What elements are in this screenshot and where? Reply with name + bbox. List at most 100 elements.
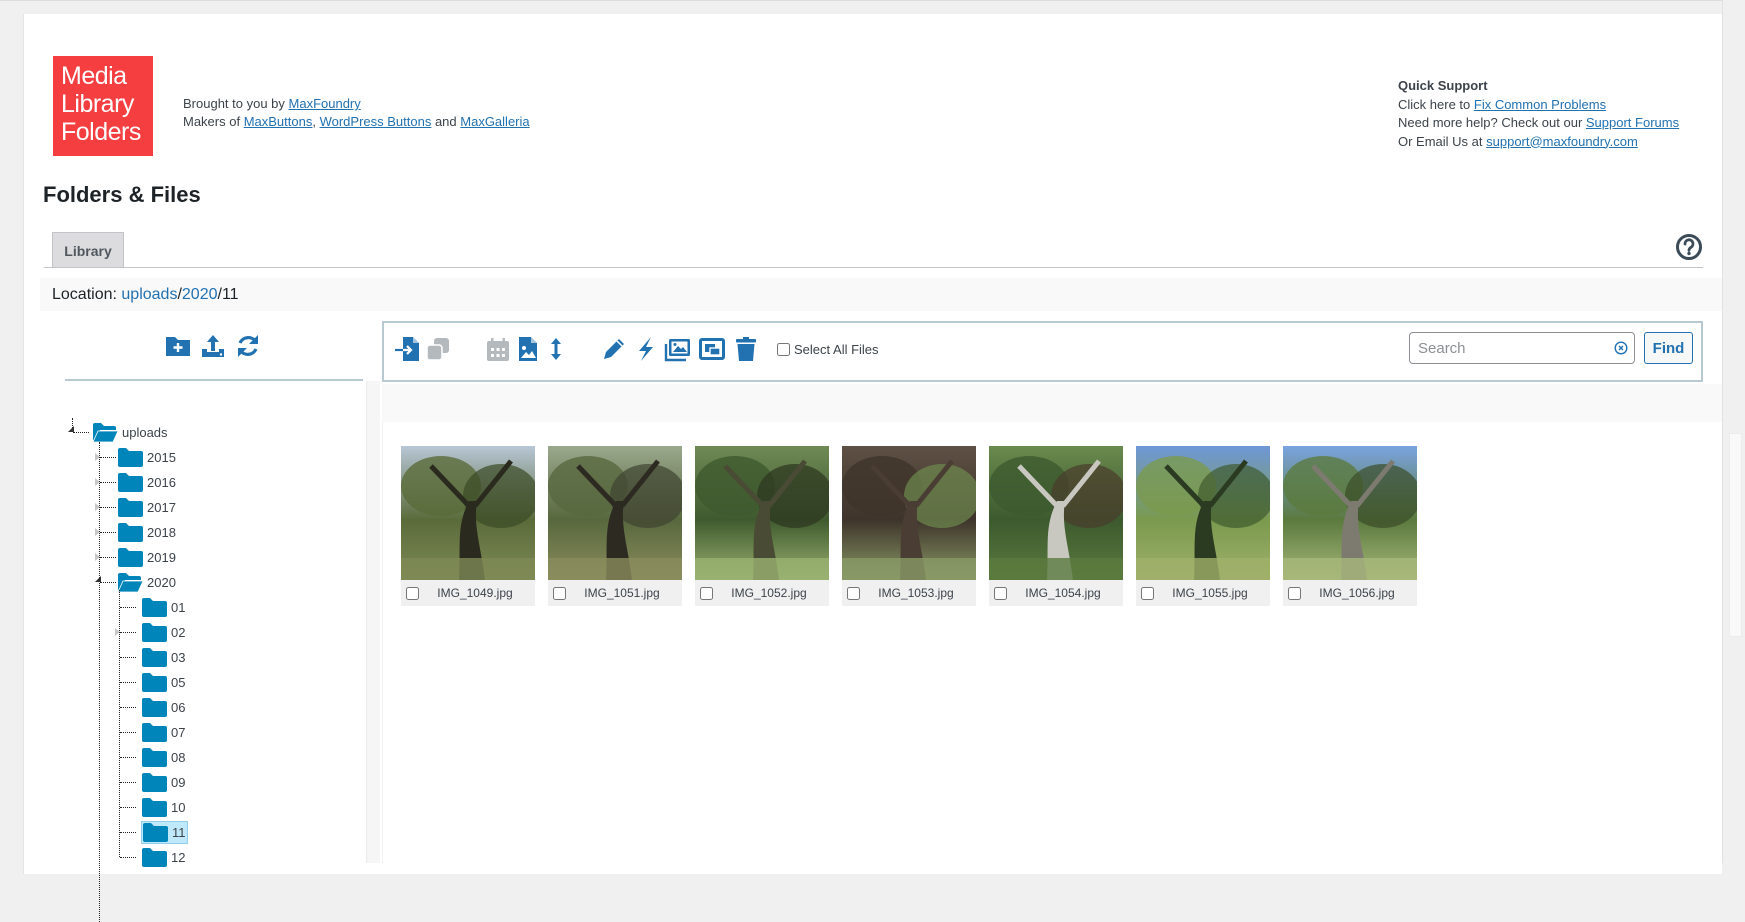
tree-node-2020-08[interactable]: 08: [141, 745, 186, 769]
thumbnail-image[interactable]: [548, 446, 682, 580]
file-name: IMG_1052.jpg: [731, 586, 807, 600]
file-caption: IMG_1056.jpg: [1283, 580, 1417, 606]
tree-connector: [119, 590, 120, 857]
file-name: IMG_1055.jpg: [1172, 586, 1248, 600]
thumbnail-image[interactable]: [989, 446, 1123, 580]
tree-node-2020-11[interactable]: 11: [141, 820, 188, 844]
folder-open-icon: [92, 422, 121, 443]
question-circle-icon[interactable]: [1675, 233, 1703, 261]
tree-node-2016[interactable]: 2016: [117, 470, 177, 494]
sort-icon[interactable]: [542, 335, 570, 363]
tree-node-2020-12[interactable]: 12: [141, 845, 186, 869]
folder-label: 2019: [147, 549, 176, 565]
file-checkbox[interactable]: [406, 586, 419, 600]
collapse-toggle-icon[interactable]: [68, 426, 74, 432]
file-thumbnail[interactable]: IMG_1051.jpg: [548, 446, 682, 606]
folder-icon: [117, 497, 146, 518]
gallery-icon[interactable]: [664, 335, 692, 363]
tree-connector: [100, 532, 116, 533]
quick-support: Quick Support Click here to Fix Common P…: [1398, 77, 1679, 151]
tree-connector: [99, 442, 100, 922]
tree-node-2018[interactable]: 2018: [117, 520, 177, 544]
tree-connector: [120, 607, 136, 608]
wordpress-buttons-link[interactable]: WordPress Buttons: [320, 114, 432, 129]
tree-node-2020-06[interactable]: 06: [141, 695, 186, 719]
find-button[interactable]: Find: [1644, 332, 1693, 364]
calendar-icon[interactable]: [484, 335, 512, 363]
file-checkbox[interactable]: [847, 586, 860, 600]
file-thumbnail[interactable]: IMG_1055.jpg: [1136, 446, 1270, 606]
panel-splitter[interactable]: [366, 381, 380, 863]
move-copy-icon[interactable]: [394, 335, 422, 363]
folder-toolbar: [164, 332, 262, 360]
file-thumbnail[interactable]: IMG_1052.jpg: [695, 446, 829, 606]
maxfoundry-link[interactable]: MaxFoundry: [289, 96, 361, 111]
tree-connector: [120, 782, 136, 783]
folder-icon: [141, 597, 170, 618]
page-scrollbar-thumb[interactable]: [1729, 433, 1742, 637]
logo-line: Library: [61, 90, 134, 118]
tab-library[interactable]: Library: [52, 232, 124, 268]
collapse-toggle-icon[interactable]: [95, 576, 101, 582]
file-thumbnail[interactable]: IMG_1053.jpg: [842, 446, 976, 606]
tree-node-2020[interactable]: 2020: [117, 570, 177, 594]
file-thumbnail[interactable]: IMG_1056.jpg: [1283, 446, 1417, 606]
image-file-icon[interactable]: [514, 335, 542, 363]
add-folder-icon[interactable]: [164, 332, 192, 360]
tree-node-2020-07[interactable]: 07: [141, 720, 186, 744]
tree-node-2019[interactable]: 2019: [117, 545, 177, 569]
duplicate-icon[interactable]: [424, 335, 452, 363]
tree-node-2020-03[interactable]: 03: [141, 645, 186, 669]
top-strip: [0, 0, 1745, 14]
select-all-checkbox[interactable]: [777, 343, 790, 356]
folder-label: 02: [171, 624, 186, 640]
clear-search-icon[interactable]: [1614, 341, 1628, 355]
breadcrumb-uploads[interactable]: uploads: [121, 286, 177, 303]
thumbnail-image[interactable]: [1283, 446, 1417, 580]
tree-connector: [100, 582, 116, 583]
folder-label: 06: [171, 699, 186, 715]
maxbuttons-link[interactable]: MaxButtons: [244, 114, 313, 129]
tree-node-uploads[interactable]: uploads: [92, 420, 169, 444]
file-checkbox[interactable]: [553, 586, 566, 600]
maxgalleria-link[interactable]: MaxGalleria: [460, 114, 529, 129]
file-checkbox[interactable]: [994, 586, 1007, 600]
lightning-icon[interactable]: [632, 335, 660, 363]
tree-node-2020-02[interactable]: 02: [141, 620, 186, 644]
folder-open-icon: [117, 572, 146, 593]
file-checkbox[interactable]: [1141, 586, 1154, 600]
tree-node-2020-05[interactable]: 05: [141, 670, 186, 694]
tree-node-2020-10[interactable]: 10: [141, 795, 186, 819]
select-all-files[interactable]: Select All Files: [777, 342, 879, 357]
tree-node-2017[interactable]: 2017: [117, 495, 177, 519]
file-thumbnail[interactable]: IMG_1054.jpg: [989, 446, 1123, 606]
search-input[interactable]: [1410, 333, 1600, 363]
file-checkbox[interactable]: [1288, 586, 1301, 600]
tree-node-2015[interactable]: 2015: [117, 445, 177, 469]
thumbnail-image[interactable]: [1136, 446, 1270, 580]
tree-node-2020-01[interactable]: 01: [141, 595, 186, 619]
location-bar: Location: uploads/2020/11: [40, 278, 1722, 311]
page-scrollbar[interactable]: [1722, 0, 1745, 863]
folder-toolbar-divider: [65, 379, 363, 381]
folder-label: 05: [171, 674, 186, 690]
thumbnail-image[interactable]: [842, 446, 976, 580]
thumbnail-image[interactable]: [401, 446, 535, 580]
tree-node-2020-09[interactable]: 09: [141, 770, 186, 794]
file-thumbnail[interactable]: IMG_1049.jpg: [401, 446, 535, 606]
select-all-label: Select All Files: [794, 342, 879, 357]
file-checkbox[interactable]: [700, 586, 713, 600]
support-forums-link[interactable]: Support Forums: [1586, 115, 1679, 130]
tree-connector: [100, 482, 116, 483]
sync-icon[interactable]: [234, 332, 262, 360]
breadcrumb-2020[interactable]: 2020: [182, 286, 218, 303]
regenerate-thumbnails-icon[interactable]: [698, 335, 726, 363]
thumbnail-image[interactable]: [695, 446, 829, 580]
folder-label: 10: [171, 799, 186, 815]
folder-label: 03: [171, 649, 186, 665]
rename-pencil-icon[interactable]: [600, 335, 628, 363]
trash-icon[interactable]: [732, 335, 760, 363]
upload-icon[interactable]: [199, 332, 227, 360]
fix-common-problems-link[interactable]: Fix Common Problems: [1474, 97, 1606, 112]
support-email-link[interactable]: support@maxfoundry.com: [1486, 134, 1638, 149]
